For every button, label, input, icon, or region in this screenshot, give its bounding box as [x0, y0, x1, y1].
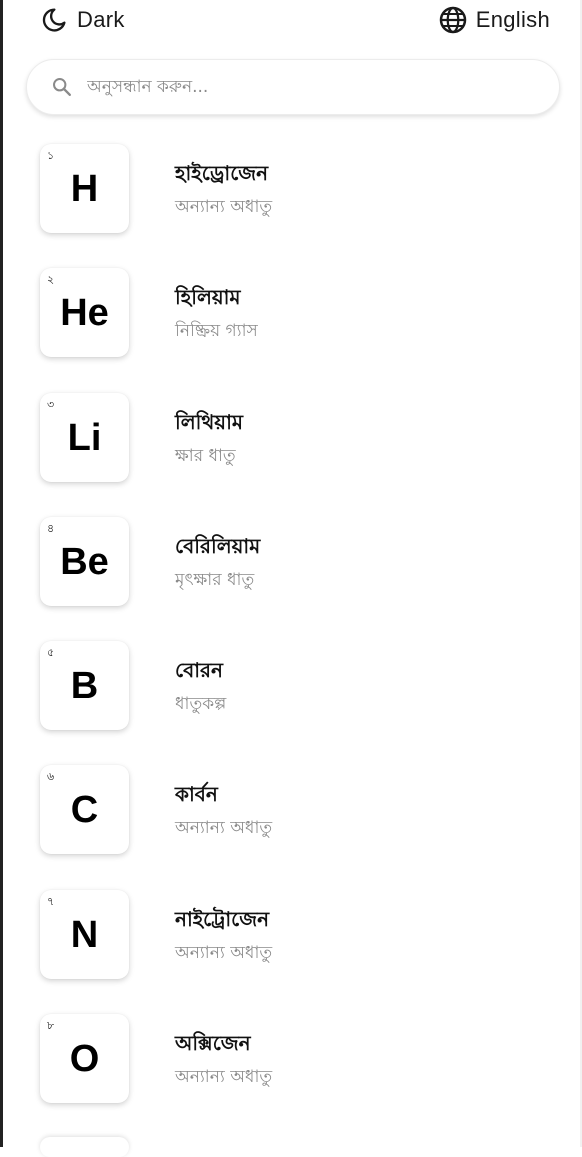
element-tile: ৩ Li — [40, 392, 129, 482]
element-name: হাইড্রোজেন — [175, 161, 269, 185]
element-symbol: H — [70, 168, 99, 210]
element-tile: ১ H — [40, 144, 129, 233]
element-category: ধাতুকল্প — [175, 694, 227, 715]
search-icon — [53, 78, 71, 96]
element-tile: ৬ C — [40, 765, 129, 855]
element-row-oxygen[interactable]: ৮ O অক্সিজেন অন্যান্য অধাতু — [0, 1002, 582, 1126]
element-name: কার্বন — [175, 782, 218, 807]
theme-label: Dark — [77, 7, 125, 32]
element-symbol: He — [60, 292, 109, 335]
element-category: মৃৎক্ষার ধাতু — [175, 569, 255, 590]
element-tile: ৫ B — [40, 641, 129, 731]
element-category: ক্ষার ধাতু — [175, 445, 236, 466]
element-row-boron[interactable]: ৫ B বোরন ধাতুকল্প — [0, 629, 582, 753]
element-row-carbon[interactable]: ৬ C কার্বন অন্যান্য অধাতু — [0, 753, 582, 877]
element-row-lithium[interactable]: ৩ Li লিথিয়াম ক্ষার ধাতু — [0, 381, 582, 505]
element-tile: ২ He — [40, 268, 129, 358]
element-symbol: B — [70, 665, 99, 708]
top-bar: Dark English — [0, 0, 582, 40]
element-row-nitrogen[interactable]: ৭ N নাইট্রোজেন অন্যান্য অধাতু — [0, 878, 582, 1002]
element-tile: ৭ N — [40, 889, 129, 979]
globe-icon — [439, 6, 466, 34]
element-symbol: N — [70, 913, 99, 956]
moon-icon — [42, 8, 66, 32]
element-row-hydrogen[interactable]: ১ H হাইড্রোজেন অন্যান্য অধাতু — [0, 132, 582, 256]
element-category: নিষ্ক্রিয় গ্যাস — [175, 321, 258, 342]
element-name: বেরিলিয়াম — [175, 533, 261, 558]
element-symbol: Be — [60, 540, 109, 583]
element-symbol: Li — [67, 416, 102, 459]
element-list: ১ H হাইড্রোজেন অন্যান্য অধাতু ২ He হিলিয… — [0, 132, 582, 1126]
element-category: অন্যান্য অধাতু — [175, 942, 273, 963]
search-input[interactable] — [85, 76, 529, 98]
language-label: English — [475, 7, 550, 32]
element-row-helium[interactable]: ২ He হিলিয়াম নিষ্ক্রিয় গ্যাস — [0, 256, 582, 380]
search-bar[interactable] — [26, 59, 560, 115]
element-tile: ৮ O — [40, 1014, 129, 1104]
element-tile: ৪ Be — [40, 516, 129, 606]
element-category: অন্যান্য অধাতু — [175, 818, 273, 839]
element-category: অন্যান্য অধাতু — [175, 197, 273, 217]
element-name: অক্সিজেন — [175, 1031, 251, 1056]
element-symbol: O — [69, 1038, 100, 1081]
element-name: বোরন — [175, 658, 223, 683]
element-category: অন্যান্য অধাতু — [175, 1067, 273, 1088]
element-symbol: C — [70, 789, 99, 832]
element-row-beryllium[interactable]: ৪ Be বেরিলিয়াম মৃৎক্ষার ধাতু — [0, 505, 582, 629]
next-element-tile-partial[interactable] — [40, 1137, 129, 1157]
language-toggle-button[interactable]: English — [438, 5, 550, 35]
theme-toggle-button[interactable]: Dark — [40, 5, 125, 35]
element-name: লিথিয়াম — [175, 409, 243, 434]
element-name: হিলিয়াম — [175, 285, 241, 310]
element-name: নাইট্রোজেন — [175, 906, 270, 931]
